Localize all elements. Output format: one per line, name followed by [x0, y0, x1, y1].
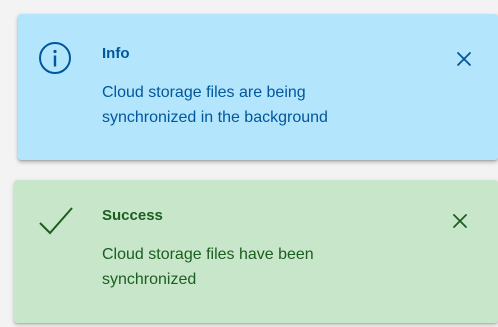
- toast-title: Info: [102, 45, 130, 62]
- toast-message: Cloud storage files are being synchroniz…: [102, 84, 328, 126]
- success-toast: Success Cloud storage files have been sy…: [14, 180, 498, 323]
- toast-title: Success: [102, 207, 163, 224]
- toast-message: Cloud storage files have been synchroniz…: [102, 246, 314, 288]
- info-toast: Info Cloud storage files are being synch…: [18, 14, 498, 160]
- check-icon: [38, 204, 74, 240]
- info-circle-icon: [38, 41, 72, 75]
- close-icon[interactable]: [454, 49, 474, 69]
- close-icon[interactable]: [450, 211, 470, 231]
- toast-stack: Info Cloud storage files are being synch…: [0, 0, 498, 327]
